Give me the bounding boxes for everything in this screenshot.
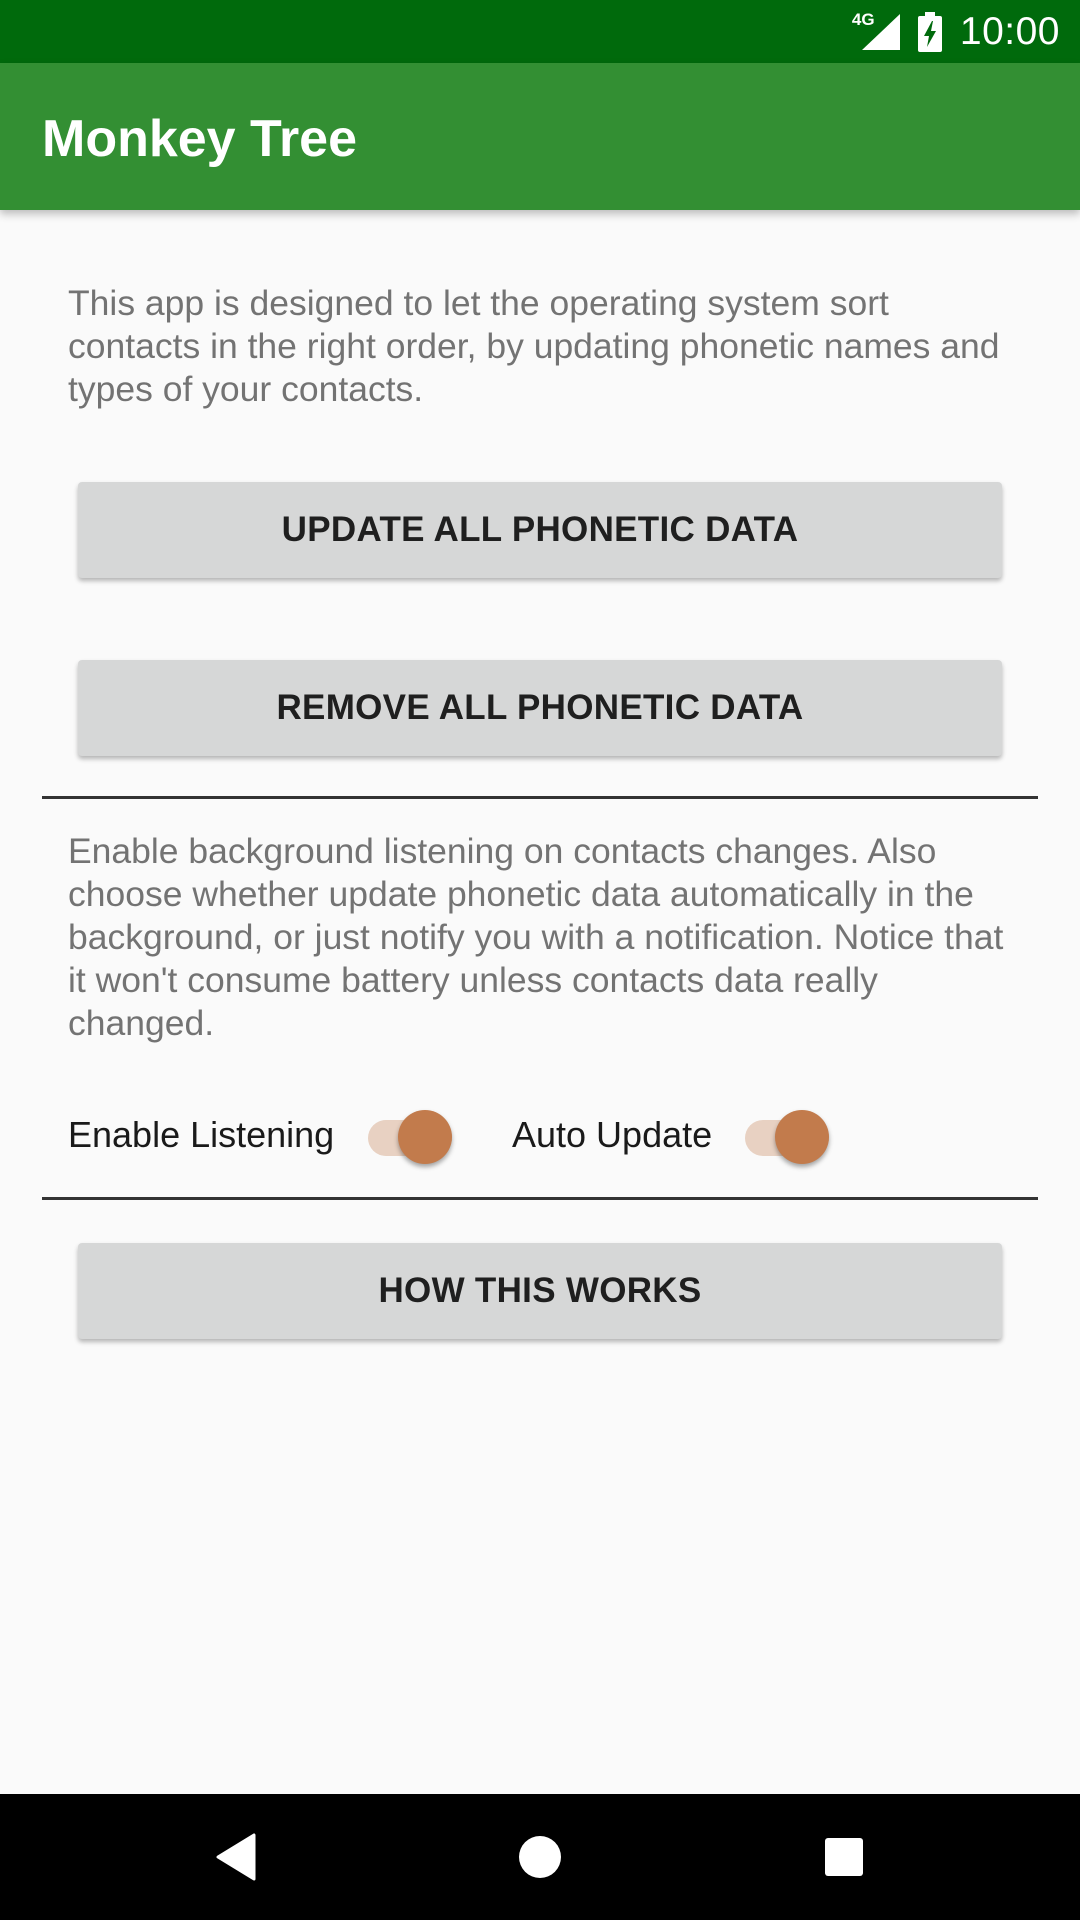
divider xyxy=(42,1197,1038,1200)
switch-thumb xyxy=(775,1110,829,1164)
recents-button[interactable] xyxy=(784,1794,904,1920)
app-title: Monkey Tree xyxy=(42,110,358,168)
navigation-bar xyxy=(0,1794,1080,1920)
status-bar: 4G 10:00 xyxy=(0,0,1080,63)
back-icon xyxy=(216,1833,256,1881)
toggle-row: Enable Listening Auto Update xyxy=(0,1100,1080,1175)
battery-charging-icon xyxy=(917,11,942,52)
screen: 4G 10:00 Monkey Tree This app is designe… xyxy=(0,0,1080,1920)
background-listening-text: Enable background listening on contacts … xyxy=(68,831,1004,1043)
enable-listening-switch[interactable] xyxy=(368,1100,458,1175)
recents-icon xyxy=(825,1838,863,1876)
enable-listening-label: Enable Listening xyxy=(68,1114,335,1155)
remove-phonetic-button[interactable]: REMOVE ALL PHONETIC DATA xyxy=(78,660,1002,756)
signal-icon: 4G xyxy=(851,9,900,52)
intro-text: This app is designed to let the operatin… xyxy=(68,283,1000,409)
back-button[interactable] xyxy=(176,1794,296,1920)
switch-thumb xyxy=(398,1110,452,1164)
network-type-label: 4G xyxy=(851,9,875,29)
how-this-works-button[interactable]: HOW THIS WORKS xyxy=(78,1243,1002,1339)
auto-update-switch[interactable] xyxy=(745,1100,835,1175)
divider xyxy=(42,796,1038,799)
home-button[interactable] xyxy=(480,1794,600,1920)
auto-update-label: Auto Update xyxy=(512,1114,713,1155)
app-bar: Monkey Tree xyxy=(0,63,1080,210)
status-time: 10:00 xyxy=(959,9,1060,53)
home-icon xyxy=(519,1836,561,1878)
update-phonetic-button[interactable]: UPDATE ALL PHONETIC DATA xyxy=(78,482,1002,578)
status-icons: 4G 10:00 xyxy=(851,0,1060,63)
